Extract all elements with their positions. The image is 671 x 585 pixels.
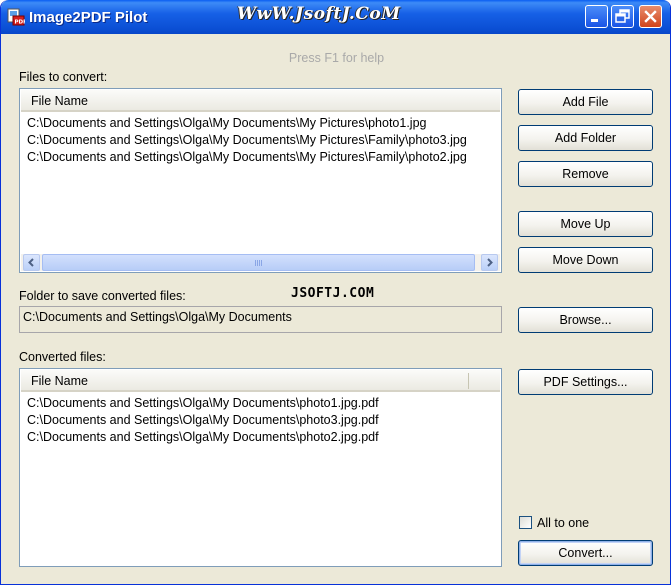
close-button[interactable] <box>639 5 662 28</box>
help-hint: Press F1 for help <box>288 51 385 65</box>
pdf-settings-button[interactable]: PDF Settings... <box>518 369 653 395</box>
all-to-one-label[interactable]: All to one <box>537 516 589 530</box>
files-rows: C:\Documents and Settings\Olga\My Docume… <box>27 115 467 166</box>
scroll-right-button[interactable] <box>481 254 498 271</box>
all-to-one-checkbox[interactable] <box>519 516 532 529</box>
move-up-button[interactable]: Move Up <box>518 211 653 237</box>
add-folder-button[interactable]: Add Folder <box>518 125 653 151</box>
remove-button[interactable]: Remove <box>518 161 653 187</box>
svg-text:PDF: PDF <box>15 20 26 26</box>
jsoftj-text: JSOFTJ.COM <box>291 286 375 301</box>
restore-icon <box>615 9 630 23</box>
files-column-header[interactable]: File Name <box>21 90 500 112</box>
title-bar[interactable]: PDF Image2PDF Pilot WwW.JsoftJ.CoM <box>1 0 670 34</box>
file-name-column-label: File Name <box>31 374 88 388</box>
restore-button[interactable] <box>611 5 634 28</box>
watermark-text: WwW.JsoftJ.CoM <box>237 4 401 24</box>
list-item[interactable]: C:\Documents and Settings\Olga\My Docume… <box>27 149 467 166</box>
list-item[interactable]: C:\Documents and Settings\Olga\My Docume… <box>27 115 467 132</box>
list-item[interactable]: C:\Documents and Settings\Olga\My Docume… <box>27 132 467 149</box>
close-icon <box>644 10 657 23</box>
files-to-convert-label: Files to convert: <box>19 70 108 84</box>
grip-icon <box>254 260 263 266</box>
add-file-button[interactable]: Add File <box>518 89 653 115</box>
files-to-convert-list[interactable]: File Name C:\Documents and Settings\Olga… <box>19 88 502 273</box>
save-folder-value: C:\Documents and Settings\Olga\My Docume… <box>23 310 292 324</box>
converted-files-list[interactable]: File Name C:\Documents and Settings\Olga… <box>19 368 502 567</box>
list-item[interactable]: C:\Documents and Settings\Olga\My Docume… <box>27 429 379 446</box>
browse-button[interactable]: Browse... <box>518 307 653 333</box>
list-item[interactable]: C:\Documents and Settings\Olga\My Docume… <box>27 395 379 412</box>
chevron-right-icon <box>487 258 493 267</box>
minimize-button[interactable] <box>585 5 608 28</box>
save-folder-label: Folder to save converted files: <box>19 289 186 303</box>
window-title: Image2PDF Pilot <box>29 9 148 26</box>
move-down-button[interactable]: Move Down <box>518 247 653 273</box>
converted-rows: C:\Documents and Settings\Olga\My Docume… <box>27 395 379 446</box>
minimize-icon <box>591 19 598 22</box>
save-folder-field[interactable]: C:\Documents and Settings\Olga\My Docume… <box>19 306 502 333</box>
convert-button[interactable]: Convert... <box>518 540 653 566</box>
chevron-left-icon <box>28 258 34 267</box>
converted-files-label: Converted files: <box>19 350 106 364</box>
scroll-left-button[interactable] <box>23 254 40 271</box>
file-name-column-label: File Name <box>31 94 88 108</box>
column-separator[interactable] <box>468 373 469 389</box>
horizontal-scrollbar[interactable] <box>21 254 500 271</box>
app-window: PDF Image2PDF Pilot WwW.JsoftJ.CoM Press… <box>0 0 671 585</box>
scroll-thumb[interactable] <box>42 254 475 271</box>
converted-column-header[interactable]: File Name <box>21 370 500 392</box>
list-item[interactable]: C:\Documents and Settings\Olga\My Docume… <box>27 412 379 429</box>
app-pdf-icon: PDF <box>7 8 25 26</box>
